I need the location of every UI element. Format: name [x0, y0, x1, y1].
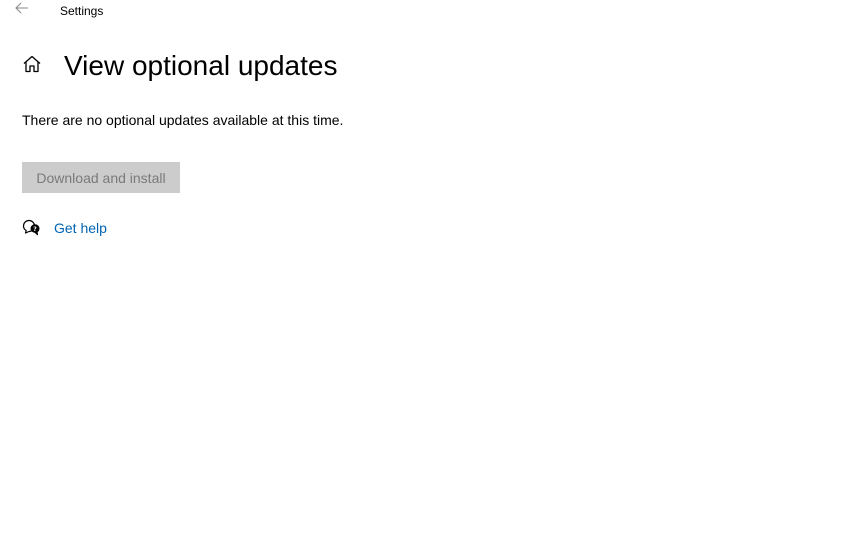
chat-help-icon: ? [22, 219, 40, 237]
download-and-install-button[interactable]: Download and install [22, 162, 180, 193]
svg-text:?: ? [33, 226, 37, 233]
page-title: View optional updates [64, 50, 338, 81]
title-bar: Settings [0, 0, 855, 22]
home-button[interactable] [22, 54, 42, 79]
home-icon [22, 54, 42, 79]
get-help-link[interactable]: Get help [54, 220, 107, 237]
get-help-row: ? Get help [22, 218, 107, 238]
back-button[interactable] [12, 0, 32, 20]
app-title: Settings [60, 4, 104, 18]
back-arrow-icon [15, 1, 29, 19]
status-message: There are no optional updates available … [22, 112, 344, 128]
settings-window: Settings View optional updates There are… [0, 0, 855, 541]
